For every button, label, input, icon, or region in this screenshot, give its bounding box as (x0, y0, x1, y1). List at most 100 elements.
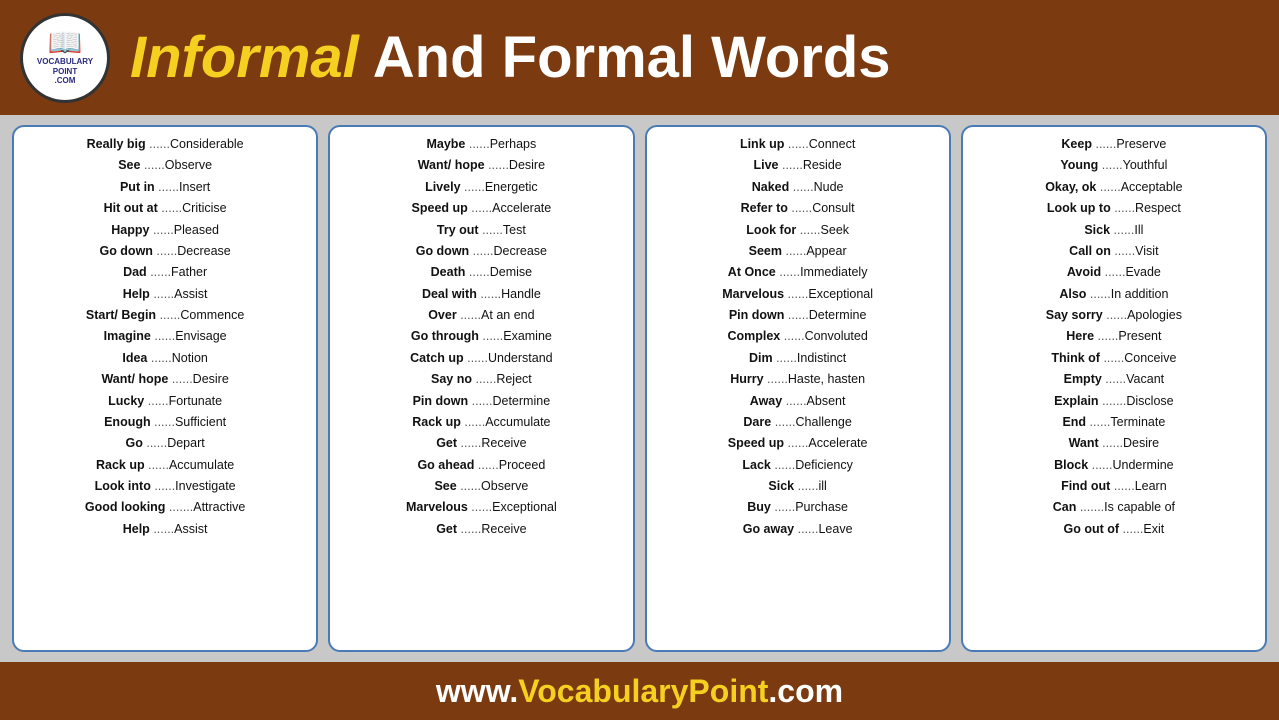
informal-word: Here (1066, 329, 1094, 343)
formal-word: Purchase (795, 500, 848, 514)
vocab-item: Marvelous ......Exceptional (657, 285, 939, 304)
informal-word: Complex (727, 329, 780, 343)
formal-word: Nude (814, 180, 844, 194)
dots: ...... (1098, 329, 1119, 343)
formal-word: Assist (174, 287, 207, 301)
informal-word: Lively (425, 180, 460, 194)
vocab-item: Block ......Undermine (973, 456, 1255, 475)
informal-word: Enough (104, 415, 151, 429)
formal-word: Considerable (170, 137, 244, 151)
vocab-item: Look for ......Seek (657, 221, 939, 240)
vocab-item: Naked ......Nude (657, 178, 939, 197)
dots: ...... (464, 180, 485, 194)
vocab-item: Enough ......Sufficient (24, 413, 306, 432)
dots: ...... (158, 180, 179, 194)
vocab-item: Explain .......Disclose (973, 392, 1255, 411)
dots: ...... (471, 201, 492, 215)
informal-word: Imagine (104, 329, 151, 343)
formal-word: Handle (501, 287, 541, 301)
logo-icon: 📖 (48, 29, 83, 57)
formal-word: Is capable of (1104, 500, 1175, 514)
dots: ...... (146, 436, 167, 450)
vocab-item: Here ......Present (973, 327, 1255, 346)
footer: www.VocabularyPoint.com (0, 662, 1279, 720)
vocab-item: Dim ......Indistinct (657, 349, 939, 368)
informal-word: Speed up (412, 201, 468, 215)
informal-word: Go down (99, 244, 152, 258)
formal-word: Investigate (175, 479, 235, 493)
informal-word: Hit out at (104, 201, 158, 215)
formal-word: Understand (488, 351, 553, 365)
dots: ...... (461, 522, 482, 536)
informal-word: Maybe (426, 137, 465, 151)
informal-word: Look for (746, 223, 796, 237)
dots: ...... (788, 287, 809, 301)
formal-word: Preserve (1116, 137, 1166, 151)
formal-word: Desire (1123, 436, 1159, 450)
formal-word: Exceptional (492, 500, 557, 514)
informal-word: Okay, ok (1045, 180, 1096, 194)
vocab-item: Hit out at ......Criticise (24, 199, 306, 218)
formal-word: Receive (481, 522, 526, 536)
dots: ...... (1090, 287, 1111, 301)
formal-word: Test (503, 223, 526, 237)
dots: ...... (1095, 137, 1116, 151)
dots: ...... (478, 458, 499, 472)
dots: ...... (798, 522, 819, 536)
dots: ...... (774, 500, 795, 514)
formal-word: Proceed (499, 458, 546, 472)
vocab-item: Think of ......Conceive (973, 349, 1255, 368)
formal-word: Perhaps (490, 137, 537, 151)
dots: ...... (172, 372, 193, 386)
informal-word: Go away (743, 522, 794, 536)
informal-word: Help (123, 287, 150, 301)
formal-word: Depart (167, 436, 205, 450)
vocab-item: Lively ......Energetic (340, 178, 622, 197)
vocab-item: Get ......Receive (340, 434, 622, 453)
formal-word: Haste, hasten (788, 372, 865, 386)
formal-word: Demise (490, 265, 532, 279)
informal-word: Sick (1084, 223, 1110, 237)
vocab-item: Refer to ......Consult (657, 199, 939, 218)
dots: ...... (800, 223, 821, 237)
vocab-item: Go out of ......Exit (973, 520, 1255, 539)
dots: ....... (169, 500, 193, 514)
formal-word: In addition (1111, 287, 1169, 301)
dots: ...... (782, 158, 803, 172)
formal-word: Exceptional (808, 287, 873, 301)
formal-word: Terminate (1110, 415, 1165, 429)
vocab-item: Go down ......Decrease (24, 242, 306, 261)
dots: ...... (788, 308, 809, 322)
vocab-item: Look up to ......Respect (973, 199, 1255, 218)
dots: ...... (469, 137, 490, 151)
informal-word: Catch up (410, 351, 463, 365)
vocab-card-4: Keep ......PreserveYoung ......YouthfulO… (961, 125, 1267, 652)
informal-word: Empty (1064, 372, 1102, 386)
informal-word: See (434, 479, 456, 493)
vocab-item: Put in ......Insert (24, 178, 306, 197)
dots: ...... (151, 351, 172, 365)
dots: ...... (1090, 415, 1111, 429)
informal-word: Go out of (1064, 522, 1120, 536)
formal-word: Indistinct (797, 351, 846, 365)
vocab-item: Rack up ......Accumulate (24, 456, 306, 475)
dots: ...... (776, 351, 797, 365)
vocab-item: Go through ......Examine (340, 327, 622, 346)
formal-word: Learn (1135, 479, 1167, 493)
logo: 📖 VOCABULARY POINT .COM (20, 13, 110, 103)
formal-word: Insert (179, 180, 210, 194)
formal-word: Decrease (177, 244, 231, 258)
dots: ...... (154, 415, 175, 429)
informal-word: Want (1069, 436, 1099, 450)
dots: ...... (779, 265, 800, 279)
informal-word: Rack up (96, 458, 145, 472)
formal-word: Exit (1143, 522, 1164, 536)
dots: ...... (774, 458, 795, 472)
dots: ...... (1103, 351, 1124, 365)
vocab-item: Good looking .......Attractive (24, 498, 306, 517)
informal-word: Think of (1051, 351, 1100, 365)
vocab-item: Empty ......Vacant (973, 370, 1255, 389)
informal-word: Speed up (728, 436, 784, 450)
formal-word: Energetic (485, 180, 538, 194)
vocab-item: Live ......Reside (657, 156, 939, 175)
